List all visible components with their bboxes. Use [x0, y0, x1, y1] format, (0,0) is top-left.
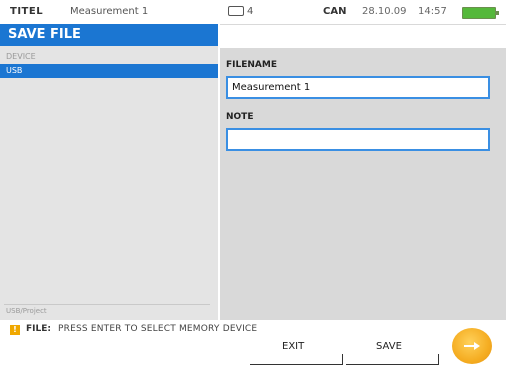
warning-icon: ! — [10, 325, 20, 335]
filename-label: FILENAME — [226, 60, 277, 70]
can-label: CAN — [323, 6, 347, 17]
panel-title: SAVE FILE — [0, 24, 218, 46]
note-label: NOTE — [226, 112, 254, 122]
enter-icon — [464, 342, 480, 350]
title-value: Measurement 1 — [70, 6, 149, 17]
time-display: 14:57 — [418, 6, 447, 17]
right-panel: FILENAME NOTE — [220, 48, 506, 320]
save-softkey-line — [346, 354, 439, 365]
save-button[interactable]: SAVE — [376, 341, 402, 352]
current-path: USB/Project — [6, 307, 47, 315]
device-section-label: DEVICE — [6, 52, 36, 61]
exit-button[interactable]: EXIT — [282, 341, 304, 352]
status-key: FILE: — [26, 324, 51, 334]
title-key-label: TITEL — [10, 6, 44, 17]
status-message: PRESS ENTER TO SELECT MEMORY DEVICE — [58, 324, 258, 334]
connection-indicator: 4 — [228, 6, 253, 17]
enter-button[interactable] — [452, 328, 492, 364]
filename-field[interactable] — [226, 76, 490, 99]
connection-count: 4 — [247, 6, 254, 17]
exit-softkey-line — [250, 354, 343, 365]
left-panel: SAVE FILE DEVICE USB USB/Project — [0, 24, 218, 320]
date-display: 28.10.09 — [362, 6, 407, 17]
battery-icon — [462, 7, 499, 19]
status-line: ! FILE: PRESS ENTER TO SELECT MEMORY DEV… — [0, 322, 506, 336]
path-divider — [4, 304, 210, 305]
top-status-bar: TITEL Measurement 1 4 CAN 28.10.09 14:57 — [0, 0, 506, 25]
connection-icon — [228, 6, 244, 16]
device-item-usb[interactable]: USB — [0, 64, 218, 78]
note-field[interactable] — [226, 128, 490, 151]
